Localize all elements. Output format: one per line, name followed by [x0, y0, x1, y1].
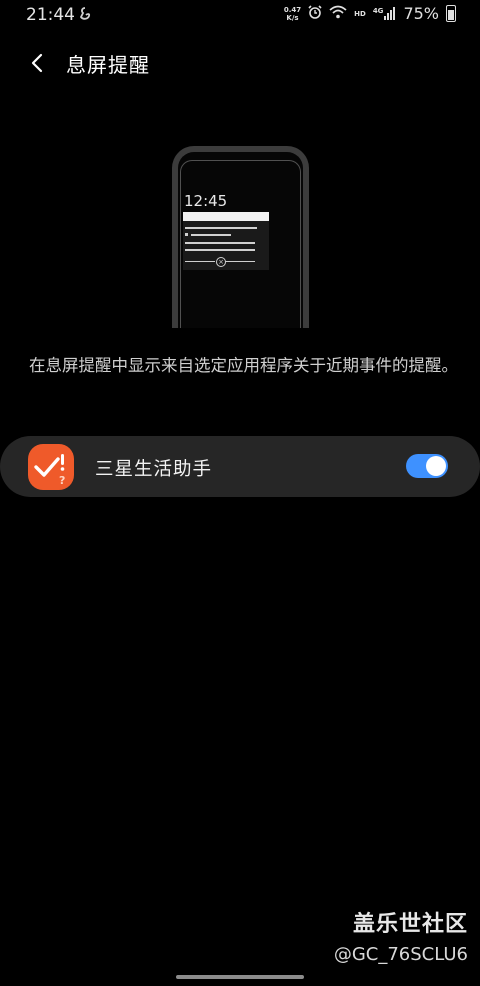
hd-indicator: HD [354, 9, 366, 18]
samsung-life-assistant-icon: ? [28, 444, 74, 490]
wifi-icon [329, 5, 347, 22]
illustration-notification-card: × [183, 212, 269, 270]
illustration-close-icon: × [216, 257, 226, 267]
network-speed: 0.47 K/s [283, 5, 302, 22]
alarm-icon [308, 5, 322, 22]
watermark-user: @GC_76SCLU6 [333, 944, 468, 965]
battery-icon [446, 5, 456, 22]
signal-icon: 4G [373, 7, 397, 20]
app-toggle-switch[interactable] [406, 454, 448, 478]
status-bar: 21:44 0.47 K/s HD 4G 75% [0, 0, 480, 30]
back-button[interactable] [22, 48, 52, 78]
network-type: 4G [372, 7, 384, 15]
page-title: 息屏提醒 [66, 53, 150, 77]
description-text: 在息屏提醒中显示来自选定应用程序关于近期事件的提醒。 [29, 356, 458, 375]
back-arrow-icon [31, 53, 43, 73]
watermark-title: 盖乐世社区 [352, 912, 468, 937]
toggle-knob [426, 456, 446, 476]
home-indicator[interactable] [176, 975, 304, 979]
aod-phone-illustration: 12:45 × [172, 146, 309, 328]
status-time: 21:44 [26, 5, 75, 25]
illustration-time: 12:45 [184, 192, 228, 210]
svg-text:?: ? [59, 474, 65, 487]
notification-icon [78, 6, 92, 26]
watermark: 盖乐世社区 @GC_76SCLU6 [334, 906, 468, 965]
battery-percentage: 75% [403, 4, 439, 23]
header: 息屏提醒 [0, 40, 480, 84]
app-row-samsung-life-assistant[interactable]: ? 三星生活助手 [0, 436, 480, 497]
app-name: 三星生活助手 [95, 459, 213, 480]
